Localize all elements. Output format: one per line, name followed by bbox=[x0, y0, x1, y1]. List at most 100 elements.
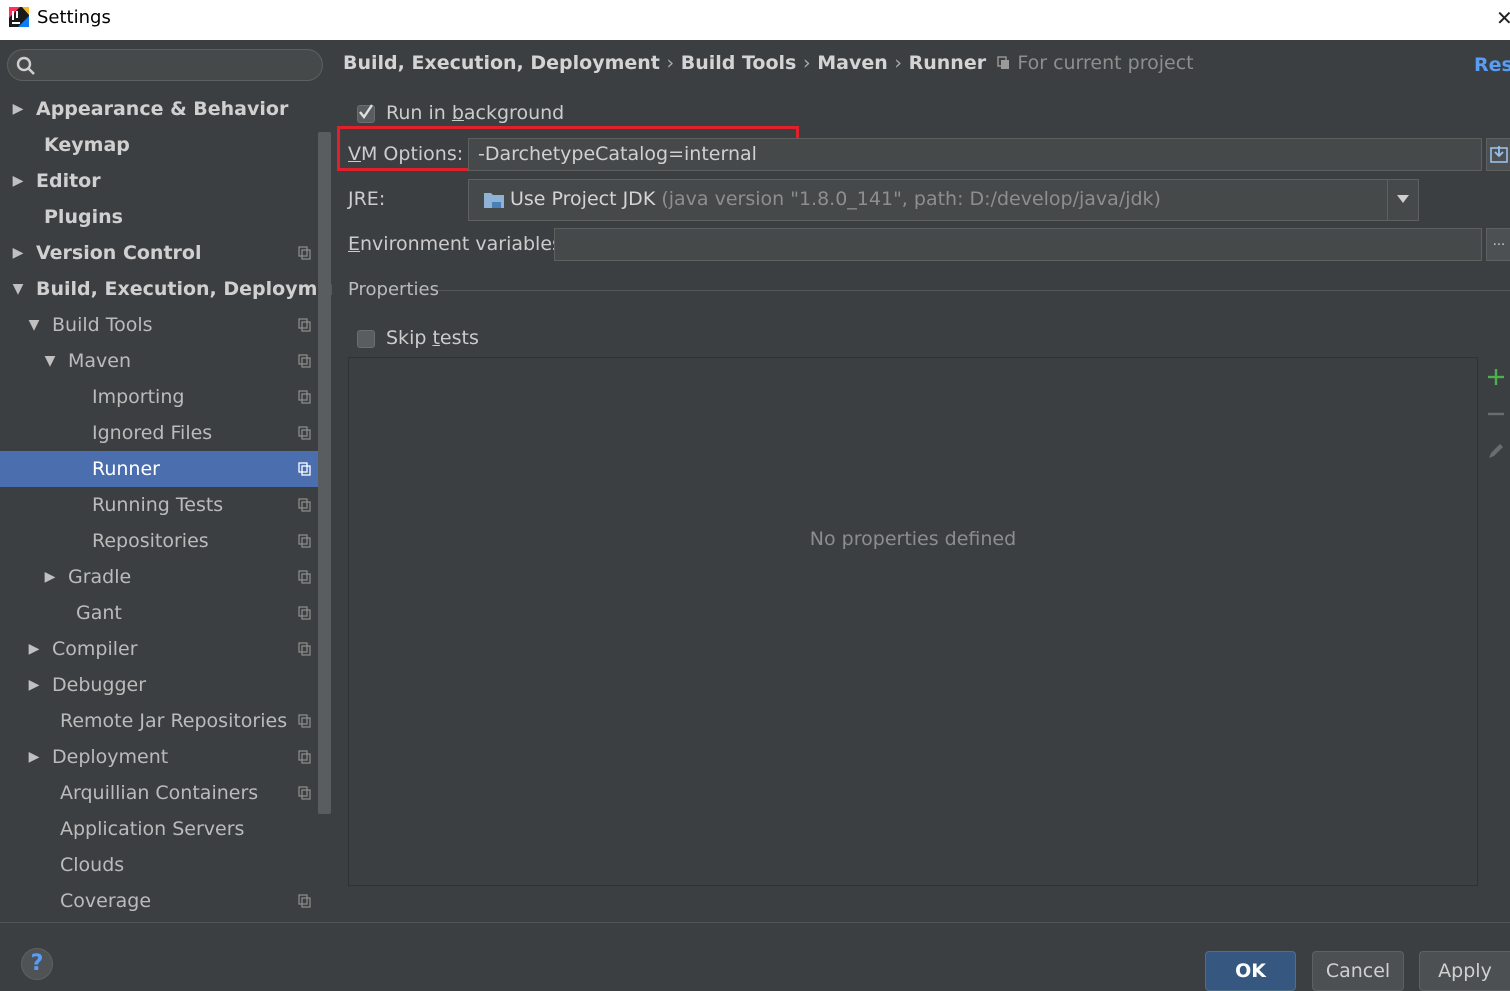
sidebar-item-gradle[interactable]: ▶ Gradle bbox=[0, 559, 318, 595]
breadcrumb-separator: › bbox=[894, 52, 902, 74]
collapsed-arrow-icon[interactable]: ▶ bbox=[10, 91, 26, 127]
empty-table-message: No properties defined bbox=[809, 528, 1017, 550]
project-scope-icon bbox=[298, 354, 311, 368]
expanded-arrow-icon[interactable]: ▼ bbox=[42, 343, 58, 379]
jre-label: JRE: bbox=[348, 188, 386, 210]
sidebar-item-coverage[interactable]: Coverage bbox=[0, 883, 318, 919]
sidebar-item-application-servers[interactable]: Application Servers bbox=[0, 811, 318, 847]
collapsed-arrow-icon[interactable]: ▶ bbox=[10, 235, 26, 271]
environment-variables-input[interactable] bbox=[554, 228, 1482, 261]
breadcrumb-item: Maven bbox=[817, 52, 888, 74]
sidebar-item-repositories[interactable]: Repositories bbox=[0, 523, 318, 559]
add-icon[interactable] bbox=[1487, 368, 1505, 386]
expanded-arrow-icon[interactable]: ▼ bbox=[10, 271, 26, 307]
sidebar-item-gant[interactable]: Gant bbox=[0, 595, 318, 631]
sidebar-item-compiler[interactable]: ▶ Compiler bbox=[0, 631, 318, 667]
jre-selected-value: Use Project JDK (java version "1.8.0_141… bbox=[510, 188, 1161, 210]
sidebar-item-label: Arquillian Containers bbox=[60, 782, 259, 804]
sidebar-item-importing[interactable]: Importing bbox=[0, 379, 318, 415]
sidebar-item-label: Deployment bbox=[52, 746, 169, 768]
vm-options-input[interactable]: -DarchetypeCatalog=internal bbox=[468, 138, 1482, 171]
reset-link[interactable]: Reset bbox=[1474, 54, 1510, 76]
browse-ellipsis-button[interactable]: ... bbox=[1486, 228, 1510, 261]
runner-settings-panel: Build, Execution, Deployment › Build Too… bbox=[332, 40, 1510, 922]
environment-variables-label: Environment variables: bbox=[348, 233, 569, 255]
properties-table[interactable]: No properties defined bbox=[348, 357, 1478, 886]
sidebar-item-label: Appearance & Behavior bbox=[36, 98, 289, 120]
apply-button[interactable]: Apply bbox=[1419, 951, 1510, 991]
sidebar-item-label: Version Control bbox=[36, 242, 202, 264]
collapsed-arrow-icon[interactable]: ▶ bbox=[10, 163, 26, 199]
sidebar-item-plugins[interactable]: Plugins bbox=[0, 199, 318, 235]
project-scope-icon bbox=[298, 894, 311, 908]
sidebar-item-label: Repositories bbox=[92, 530, 209, 552]
project-scope-icon bbox=[298, 318, 311, 332]
expand-icon bbox=[1490, 146, 1508, 163]
sidebar-item-debugger[interactable]: ▶ Debugger bbox=[0, 667, 318, 703]
jre-select[interactable]: Use Project JDK (java version "1.8.0_141… bbox=[468, 179, 1419, 221]
sidebar-item-keymap[interactable]: Keymap bbox=[0, 127, 318, 163]
sidebar-item-runner[interactable]: Runner bbox=[0, 451, 318, 487]
breadcrumb-separator: › bbox=[666, 52, 675, 74]
breadcrumb: Build, Execution, Deployment › Build Too… bbox=[343, 52, 1194, 74]
sidebar-item-label: Remote Jar Repositories bbox=[60, 710, 288, 732]
help-button[interactable]: ? bbox=[21, 948, 53, 980]
project-scope-icon bbox=[997, 56, 1009, 69]
expand-button[interactable] bbox=[1486, 138, 1510, 171]
sidebar-item-label: Keymap bbox=[44, 134, 130, 156]
breadcrumb-item: Build, Execution, Deployment bbox=[343, 52, 660, 74]
sidebar-item-build-execution-deployment[interactable]: ▼ Build, Execution, Deployment bbox=[0, 271, 353, 307]
project-scope-icon bbox=[298, 750, 311, 764]
ok-button[interactable]: OK bbox=[1205, 951, 1296, 991]
sidebar-item-label: Editor bbox=[36, 170, 101, 192]
sidebar-item-build-tools[interactable]: ▼ Build Tools bbox=[0, 307, 318, 343]
checkbox-box[interactable] bbox=[357, 104, 375, 123]
properties-group-title: Properties bbox=[348, 279, 439, 300]
collapsed-arrow-icon[interactable]: ▶ bbox=[26, 631, 42, 667]
sidebar-item-label: Importing bbox=[92, 386, 185, 408]
chevron-down-icon bbox=[1397, 195, 1409, 203]
sidebar-item-appearance-behavior[interactable]: ▶ Appearance & Behavior bbox=[0, 91, 318, 127]
sidebar-item-label: Application Servers bbox=[60, 818, 245, 840]
checkmark-icon bbox=[359, 104, 373, 120]
sidebar-item-label: Gant bbox=[76, 602, 122, 624]
sidebar-item-version-control[interactable]: ▶ Version Control bbox=[0, 235, 318, 271]
project-scope-icon bbox=[298, 426, 311, 440]
expanded-arrow-icon[interactable]: ▼ bbox=[26, 307, 42, 343]
folder-icon bbox=[484, 193, 504, 208]
checkbox-box[interactable] bbox=[357, 330, 375, 348]
project-scope-icon bbox=[298, 390, 311, 404]
sidebar-item-label: Coverage bbox=[60, 890, 152, 912]
cancel-button[interactable]: Cancel bbox=[1312, 951, 1404, 991]
project-scope-icon bbox=[298, 246, 311, 260]
sidebar-scrollbar[interactable] bbox=[318, 132, 331, 814]
sidebar-item-deployment[interactable]: ▶ Deployment bbox=[0, 739, 318, 775]
close-icon[interactable]: ✕ bbox=[1496, 6, 1510, 30]
collapsed-arrow-icon[interactable]: ▶ bbox=[26, 739, 42, 775]
sidebar-item-running-tests[interactable]: Running Tests bbox=[0, 487, 318, 523]
sidebar-item-clouds[interactable]: Clouds bbox=[0, 847, 318, 883]
breadcrumb-item: Build Tools bbox=[680, 52, 797, 74]
edit-pencil-icon[interactable] bbox=[1487, 442, 1505, 460]
sidebar-item-arquillian-containers[interactable]: Arquillian Containers bbox=[0, 775, 318, 811]
project-scope-icon bbox=[298, 498, 311, 512]
collapsed-arrow-icon[interactable]: ▶ bbox=[42, 559, 58, 595]
project-scope-icon bbox=[298, 714, 311, 728]
remove-icon[interactable] bbox=[1487, 405, 1505, 423]
sidebar-item-editor[interactable]: ▶ Editor bbox=[0, 163, 318, 199]
breadcrumb-item: Runner bbox=[908, 52, 987, 74]
sidebar-item-label: Debugger bbox=[52, 674, 147, 696]
sidebar-item-remote-jar-repositories[interactable]: Remote Jar Repositories bbox=[0, 703, 318, 739]
sidebar-item-ignored-files[interactable]: Ignored Files bbox=[0, 415, 318, 451]
window-title: Settings bbox=[37, 7, 111, 28]
collapsed-arrow-icon[interactable]: ▶ bbox=[26, 667, 42, 703]
sidebar-item-label: Compiler bbox=[52, 638, 138, 660]
sidebar-item-label: Running Tests bbox=[92, 494, 224, 516]
sidebar-item-label: Maven bbox=[68, 350, 132, 372]
search-icon bbox=[16, 56, 35, 75]
sidebar-item-maven[interactable]: ▼ Maven bbox=[0, 343, 318, 379]
search-field[interactable] bbox=[7, 49, 323, 81]
sidebar-item-label: Build Tools bbox=[52, 314, 153, 336]
project-scope-icon bbox=[298, 570, 311, 584]
jre-dropdown-button[interactable] bbox=[1387, 180, 1418, 220]
